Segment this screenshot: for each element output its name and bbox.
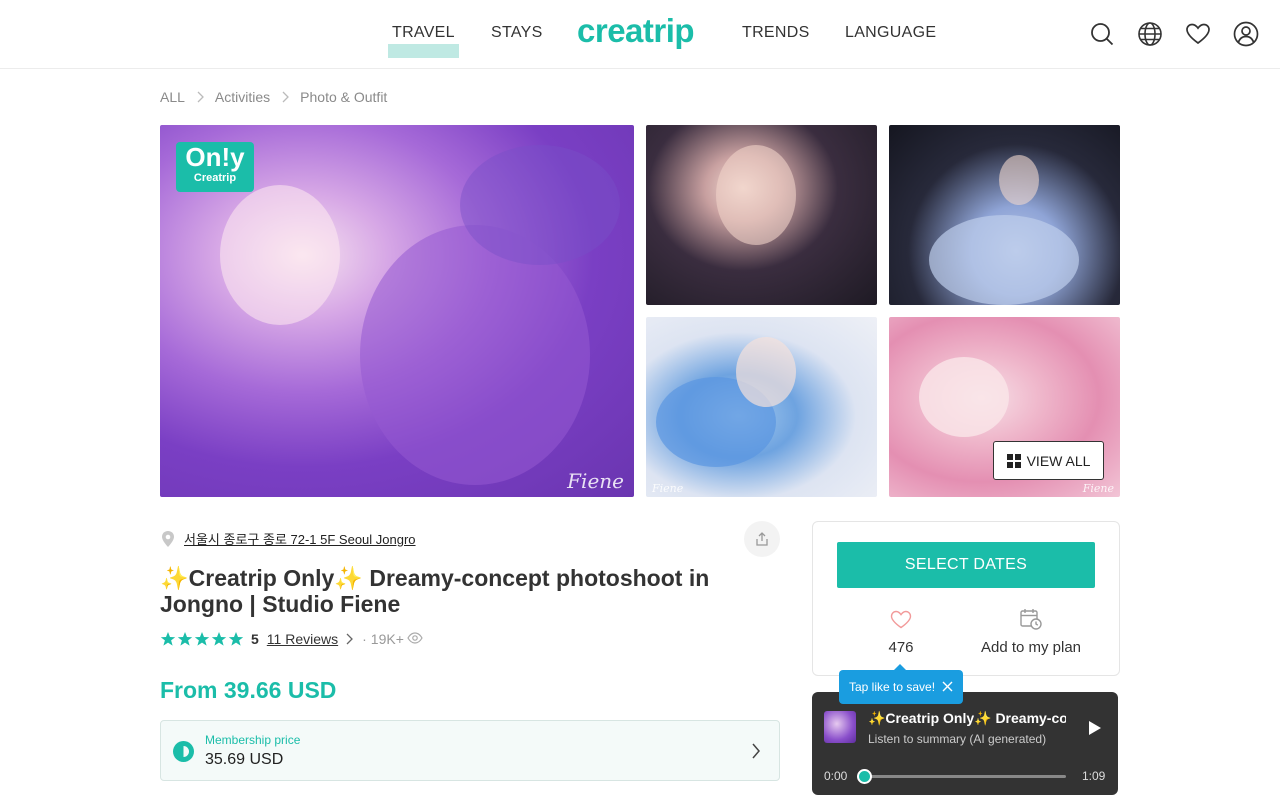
star-icon bbox=[177, 632, 193, 646]
view-all-button[interactable]: VIEW ALL bbox=[993, 441, 1104, 480]
star-icon bbox=[211, 632, 227, 646]
like-count: 476 bbox=[888, 639, 914, 656]
nav-travel[interactable]: TRAVEL bbox=[388, 24, 459, 58]
membership-price: 35.69 USD bbox=[205, 751, 284, 768]
eye-icon bbox=[407, 631, 423, 647]
photo-signature: Fiene bbox=[567, 469, 624, 493]
gallery-photo-3[interactable]: Fiene bbox=[646, 317, 877, 497]
rating-row: 5 11 Reviews · 19K+ bbox=[160, 631, 423, 647]
rating-value: 5 bbox=[251, 631, 259, 647]
membership-price-banner[interactable]: Membership price 35.69 USD bbox=[160, 720, 780, 781]
select-dates-button[interactable]: SELECT DATES bbox=[837, 542, 1095, 588]
creatrip-only-badge: On!y Creatrip bbox=[176, 142, 254, 192]
breadcrumb-activities[interactable]: Activities bbox=[215, 89, 270, 105]
breadcrumb-all[interactable]: ALL bbox=[160, 89, 185, 105]
location-pin-icon bbox=[162, 530, 174, 547]
badge-title: On!y bbox=[185, 142, 245, 172]
address: 서울시 종로구 종로 72-1 5F Seoul Jongro bbox=[160, 529, 416, 548]
address-link[interactable]: 서울시 종로구 종로 72-1 5F Seoul Jongro bbox=[184, 529, 416, 548]
chevron-right-icon bbox=[282, 91, 290, 103]
current-time: 0:00 bbox=[824, 769, 848, 783]
star-rating bbox=[160, 631, 245, 647]
play-icon[interactable] bbox=[1088, 720, 1102, 736]
player-subtitle: Listen to summary (AI generated) bbox=[868, 732, 1047, 746]
audio-summary-player: ✨Creatrip Only✨ Dreamy-concept photoshoo… bbox=[812, 692, 1118, 795]
chevron-right-icon bbox=[346, 633, 354, 645]
star-icon bbox=[228, 632, 244, 646]
star-icon bbox=[194, 632, 210, 646]
membership-label: Membership price bbox=[205, 733, 301, 747]
creatrip-logo[interactable]: creatrip bbox=[577, 12, 695, 50]
separator-dot: · bbox=[362, 631, 367, 647]
share-icon bbox=[756, 532, 768, 546]
chevron-right-icon bbox=[197, 91, 204, 103]
player-thumbnail bbox=[824, 711, 856, 743]
nav-trends[interactable]: TRENDS bbox=[742, 24, 810, 42]
add-to-plan-label[interactable]: Add to my plan bbox=[970, 639, 1092, 656]
reviews-link[interactable]: 11 Reviews bbox=[267, 631, 338, 647]
grid-icon bbox=[1006, 453, 1021, 468]
calendar-clock-icon[interactable] bbox=[1019, 607, 1043, 631]
nav-language[interactable]: LANGUAGE bbox=[845, 24, 936, 42]
like-tooltip: Tap like to save! bbox=[839, 664, 963, 704]
player-title: ✨Creatrip Only✨ Dreamy-concept photoshoo… bbox=[868, 710, 1066, 726]
photo-signature: Fiene bbox=[652, 482, 684, 495]
share-button[interactable] bbox=[744, 521, 780, 557]
view-all-label: VIEW ALL bbox=[1026, 452, 1091, 469]
gallery-photo-2[interactable] bbox=[889, 125, 1120, 305]
heart-icon[interactable] bbox=[1184, 20, 1212, 48]
gallery-photo-1[interactable] bbox=[646, 125, 877, 305]
nav-stays[interactable]: STAYS bbox=[491, 24, 543, 42]
chevron-right-icon bbox=[752, 743, 760, 759]
star-icon bbox=[160, 632, 176, 646]
product-title: ✨Creatrip Only✨ Dreamy-concept photoshoo… bbox=[160, 565, 710, 617]
heart-icon[interactable] bbox=[890, 609, 912, 629]
breadcrumb: ALL Activities Photo & Outfit bbox=[160, 89, 387, 105]
progress-handle[interactable] bbox=[857, 769, 872, 784]
search-icon[interactable] bbox=[1088, 20, 1116, 48]
total-time: 1:09 bbox=[1082, 769, 1106, 783]
globe-icon[interactable] bbox=[1136, 20, 1164, 48]
close-icon[interactable] bbox=[942, 681, 953, 692]
photo-signature: Fiene bbox=[1082, 482, 1114, 495]
badge-subtitle: Creatrip bbox=[193, 172, 237, 184]
progress-track[interactable] bbox=[864, 775, 1066, 778]
creatrip-membership-icon bbox=[173, 741, 194, 762]
user-icon[interactable] bbox=[1232, 20, 1260, 48]
price: From 39.66 USD bbox=[160, 677, 337, 703]
view-count: 19K+ bbox=[370, 631, 404, 647]
top-navigation-bar: TRAVEL STAYS creatrip TRENDS LANGUAGE bbox=[0, 0, 1280, 69]
tooltip-text: Tap like to save! bbox=[849, 680, 936, 694]
breadcrumb-photo-outfit[interactable]: Photo & Outfit bbox=[300, 89, 387, 105]
